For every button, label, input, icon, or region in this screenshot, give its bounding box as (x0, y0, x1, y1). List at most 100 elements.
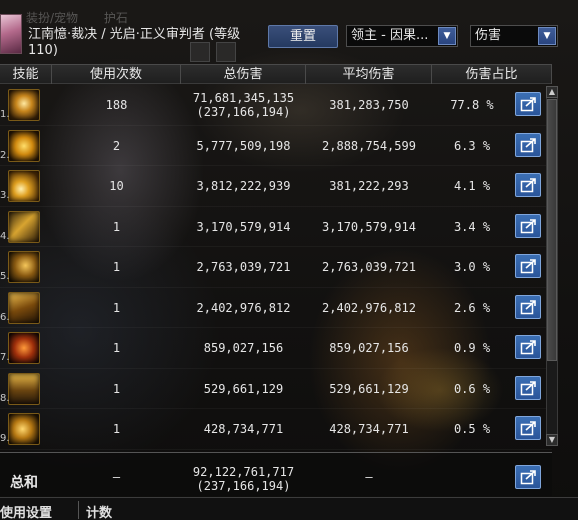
chevron-down-icon[interactable]: ▼ (438, 27, 456, 45)
damage-share-cell: 4.1 % (453, 179, 491, 193)
skill-7-icon[interactable] (8, 332, 40, 364)
average-damage-cell: 2,763,039,721 (322, 260, 416, 274)
ghost-tab-outfit: 装扮/宠物 (26, 11, 79, 25)
damage-share-cell: 3.4 % (453, 219, 491, 234)
uses-cell: 1 (112, 381, 121, 396)
average-damage-cell: 3,170,579,914 (322, 219, 416, 234)
chevron-down-icon[interactable]: ▼ (538, 27, 556, 45)
damage-type-select[interactable]: 伤害 ▼ (470, 25, 558, 47)
total-damage-value: 428,734,771 (203, 422, 284, 436)
total-damage-value: 71,681,345,135 (192, 91, 295, 105)
total-damage-cell: 3,170,579,914 (181, 220, 306, 234)
total-damage-cell: 2,763,039,721 (181, 260, 306, 274)
reset-button[interactable]: 重置 (268, 25, 338, 48)
table-row[interactable]: 2. 2 5,777,509,198 2,888,754,599 6.3 % (0, 126, 552, 166)
background-icons (190, 42, 242, 65)
skill-6-icon[interactable] (8, 291, 40, 324)
scroll-up-icon[interactable]: ▲ (546, 86, 558, 98)
uses-cell: 1 (112, 341, 121, 355)
total-damage-sub: (237,166,194) (196, 479, 291, 493)
share-button[interactable] (515, 465, 541, 489)
share-icon (520, 137, 536, 152)
row-index: 9. (0, 433, 10, 444)
col-uses[interactable]: 使用次数 (52, 65, 181, 84)
share-button[interactable] (515, 132, 541, 157)
table-row[interactable]: 9. 1 428,734,771 428,734,771 0.5 % (0, 409, 552, 450)
table-row[interactable]: 8. 1 529,661,129 529,661,129 0.6 % (0, 369, 552, 409)
total-average: – (365, 470, 373, 484)
total-damage-value: 92,122,761,717 (192, 465, 295, 479)
skill-4-icon[interactable] (8, 210, 40, 243)
table-row[interactable]: 4. 1 3,170,579,914 3,170,579,914 3.4 % (0, 207, 552, 247)
skill-2-icon[interactable] (8, 129, 40, 162)
share-button[interactable] (515, 254, 541, 278)
target-select[interactable]: 领主 - 因果... ▼ (346, 25, 458, 47)
scrollbar-thumb[interactable] (547, 99, 557, 361)
share-button[interactable] (515, 375, 541, 400)
total-damage-cell: 71,681,345,135 (237,166,194) (181, 91, 306, 119)
table-row[interactable]: 6. 1 2,402,976,812 2,402,976,812 2.6 % (0, 288, 552, 328)
share-button[interactable] (515, 173, 541, 197)
damage-type-value: 伤害 (475, 28, 502, 43)
skill-1-icon[interactable] (8, 89, 40, 121)
share-button[interactable] (515, 213, 541, 238)
total-damage-value: 2,402,976,812 (196, 300, 291, 315)
skill-5-icon[interactable] (8, 251, 40, 283)
share-icon (520, 259, 536, 274)
col-average-damage[interactable]: 平均伤害 (306, 65, 432, 84)
ghost-tab-charm: 护石 (103, 11, 128, 25)
table-row[interactable]: 1. 188 71,681,345,135 (237,166,194) 381,283,… (0, 85, 552, 126)
row-index: 3. (0, 190, 10, 201)
average-damage-cell: 381,222,293 (329, 179, 409, 193)
total-damage-sub: (237,166,194) (196, 105, 291, 119)
share-icon (520, 97, 536, 112)
share-icon (520, 218, 536, 233)
row-index: 1. (0, 109, 10, 120)
tab-count[interactable]: 计数 (86, 502, 112, 520)
uses-cell: 1 (112, 219, 121, 234)
total-damage-cell: 859,027,156 (181, 341, 306, 355)
total-damage-cell: 529,661,129 (181, 382, 306, 396)
table-row[interactable]: 3. 10 3,812,222,939 381,222,293 4.1 % (0, 166, 552, 207)
damage-share-cell: 3.0 % (453, 260, 491, 274)
damage-share-cell: 2.6 % (453, 300, 491, 315)
average-damage-cell: 381,283,750 (329, 98, 409, 112)
average-damage-cell: 2,888,754,599 (322, 138, 416, 153)
total-damage-value: 2,763,039,721 (196, 260, 291, 274)
share-button[interactable] (515, 416, 541, 440)
total-damage-value: 3,170,579,914 (196, 219, 291, 234)
col-total-damage[interactable]: 总伤害 (181, 65, 306, 84)
uses-cell: 188 (105, 98, 128, 112)
table-row[interactable]: 7. 1 859,027,156 859,027,156 0.9 % (0, 328, 552, 369)
scroll-down-icon[interactable]: ▼ (546, 434, 558, 446)
total-damage-cell: 5,777,509,198 (181, 139, 306, 153)
damage-share-cell: 0.6 % (453, 381, 491, 396)
skill-3-icon[interactable] (8, 170, 40, 202)
tab-usage-settings[interactable]: 使用设置 (0, 502, 52, 520)
damage-stats-panel: 装扮/宠物 护石 江南憶·裁决 / 光启·正义审判者 (等级110) 重置 领主… (0, 0, 578, 520)
share-icon (520, 299, 536, 314)
target-select-value: 领主 - 因果... (351, 28, 429, 43)
skill-9-icon[interactable] (8, 413, 40, 445)
damage-share-cell: 77.8 % (450, 98, 494, 112)
table-row[interactable]: 5. 1 2,763,039,721 2,763,039,721 3.0 % (0, 247, 552, 288)
skill-8-icon[interactable] (8, 372, 40, 405)
share-button[interactable] (515, 92, 541, 116)
damage-share-cell: 6.3 % (453, 138, 491, 153)
col-damage-share[interactable]: 伤害占比 (432, 65, 552, 84)
total-damage-value: 5,777,509,198 (196, 138, 291, 153)
total-damage-cell: 2,402,976,812 (181, 301, 306, 315)
share-icon (520, 380, 536, 395)
total-damage-value: 859,027,156 (203, 341, 284, 355)
share-icon (520, 421, 536, 436)
share-button[interactable] (515, 294, 541, 319)
col-skill[interactable]: 技能 (0, 65, 52, 84)
bg-slot-icon (190, 42, 210, 62)
total-damage-value: 3,812,222,939 (196, 179, 291, 193)
damage-share-cell: 0.5 % (453, 422, 491, 436)
total-uses: – (112, 470, 121, 484)
share-button[interactable] (515, 335, 541, 359)
share-icon (520, 470, 536, 485)
total-damage-value: 529,661,129 (203, 381, 284, 396)
total-damage-cell: 92,122,761,717 (237,166,194) (181, 465, 306, 493)
